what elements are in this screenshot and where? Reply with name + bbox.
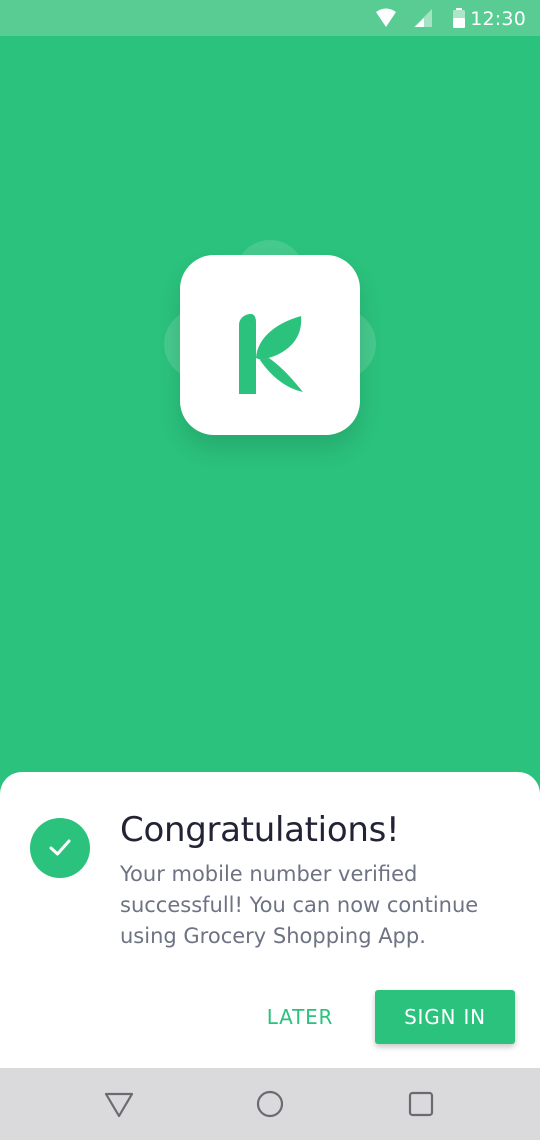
leaf-k-logo-icon [239,314,303,394]
sign-in-button[interactable]: SIGN IN [375,990,515,1044]
status-time: 12:30 [470,8,526,30]
dialog-title: Congratulations! [120,810,400,850]
dialog-message: Your mobile number verified successfull!… [120,862,479,948]
later-button[interactable]: LATER [254,990,346,1044]
wifi-icon [376,8,396,27]
battery-icon [453,8,465,28]
system-nav-bar [0,1068,540,1140]
check-icon [49,839,71,856]
home-circle-icon[interactable] [252,1086,288,1122]
app-logo-card [180,255,360,435]
status-bar: 12:30 [0,0,540,36]
signal-icon [414,9,432,27]
success-badge [30,818,90,878]
recents-square-icon[interactable] [403,1086,439,1122]
verification-dialog: Congratulations! Your mobile number veri… [0,772,540,1068]
hero-section [0,36,540,776]
back-triangle-icon[interactable] [101,1086,137,1122]
